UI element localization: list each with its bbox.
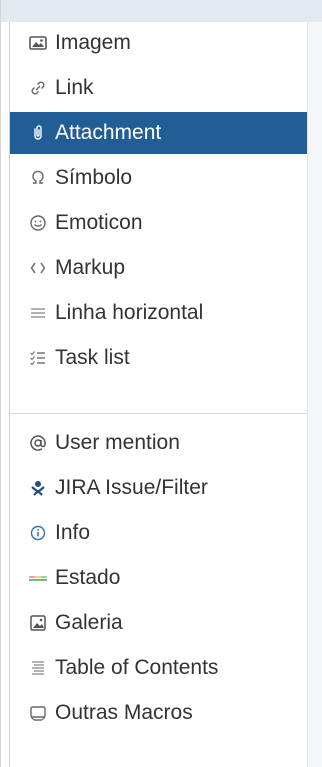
- menu-item-label: Emoticon: [55, 211, 143, 234]
- menu-item-markup[interactable]: Markup: [10, 247, 310, 289]
- menu-item-imagem[interactable]: Imagem: [10, 22, 310, 64]
- omega-icon: [27, 167, 49, 189]
- gallery-icon: [27, 612, 49, 634]
- menu-item-galeria[interactable]: Galeria: [10, 602, 310, 644]
- menu-item-emoticon[interactable]: Emoticon: [10, 202, 310, 244]
- menu-item-info[interactable]: Info: [10, 512, 310, 554]
- menu-item-label: Table of Contents: [55, 656, 219, 679]
- menu-top-bar: [1, 0, 322, 22]
- menu-item-linha-horizontal[interactable]: Linha horizontal: [10, 292, 310, 334]
- menu-item-label: Linha horizontal: [55, 301, 204, 324]
- menu-item-outras-macros[interactable]: Outras Macros: [10, 692, 310, 734]
- menu-item-label: Attachment: [55, 121, 162, 144]
- menu-item-label: Galeria: [55, 611, 123, 634]
- menu-item-label: Info: [55, 521, 91, 544]
- menu-item-table-of-contents[interactable]: Table of Contents: [10, 647, 310, 689]
- smiley-icon: [27, 212, 49, 234]
- menu-item-label: User mention: [55, 431, 180, 454]
- menu-item-estado[interactable]: Estado: [10, 557, 310, 599]
- menu-item-label: Outras Macros: [55, 701, 193, 724]
- link-icon: [27, 77, 49, 99]
- insert-menu-list: Imagem Link Attachment Símbolo Emoticon: [9, 22, 310, 767]
- menu-item-label: Markup: [55, 256, 126, 279]
- toc-icon: [27, 657, 49, 679]
- info-icon: [27, 522, 49, 544]
- horizontal-rule-icon: [27, 302, 49, 324]
- paperclip-icon: [27, 122, 49, 144]
- menu-item-label: Símbolo: [55, 166, 133, 189]
- menu-item-label: Link: [55, 76, 94, 99]
- menu-item-label: Task list: [55, 346, 130, 369]
- macros-icon: [27, 702, 49, 724]
- background-pane: [307, 22, 322, 767]
- menu-item-label: Estado: [55, 566, 121, 589]
- menu-item-simbolo[interactable]: Símbolo: [10, 157, 310, 199]
- menu-item-jira-issue-filter[interactable]: JIRA Issue/Filter: [10, 467, 310, 509]
- image-icon: [27, 32, 49, 54]
- insert-menu: Imagem Link Attachment Símbolo Emoticon: [0, 0, 322, 767]
- status-icon: [27, 567, 49, 589]
- braces-icon: [27, 257, 49, 279]
- jira-icon: [27, 477, 49, 499]
- menu-item-task-list[interactable]: Task list: [10, 337, 310, 379]
- menu-item-label: Imagem: [55, 31, 131, 54]
- menu-item-user-mention[interactable]: User mention: [10, 422, 310, 464]
- at-icon: [27, 432, 49, 454]
- menu-item-label: JIRA Issue/Filter: [55, 476, 208, 499]
- task-list-icon: [27, 347, 49, 369]
- menu-item-link[interactable]: Link: [10, 67, 310, 109]
- menu-divider: [10, 413, 310, 414]
- menu-item-attachment[interactable]: Attachment: [10, 112, 310, 154]
